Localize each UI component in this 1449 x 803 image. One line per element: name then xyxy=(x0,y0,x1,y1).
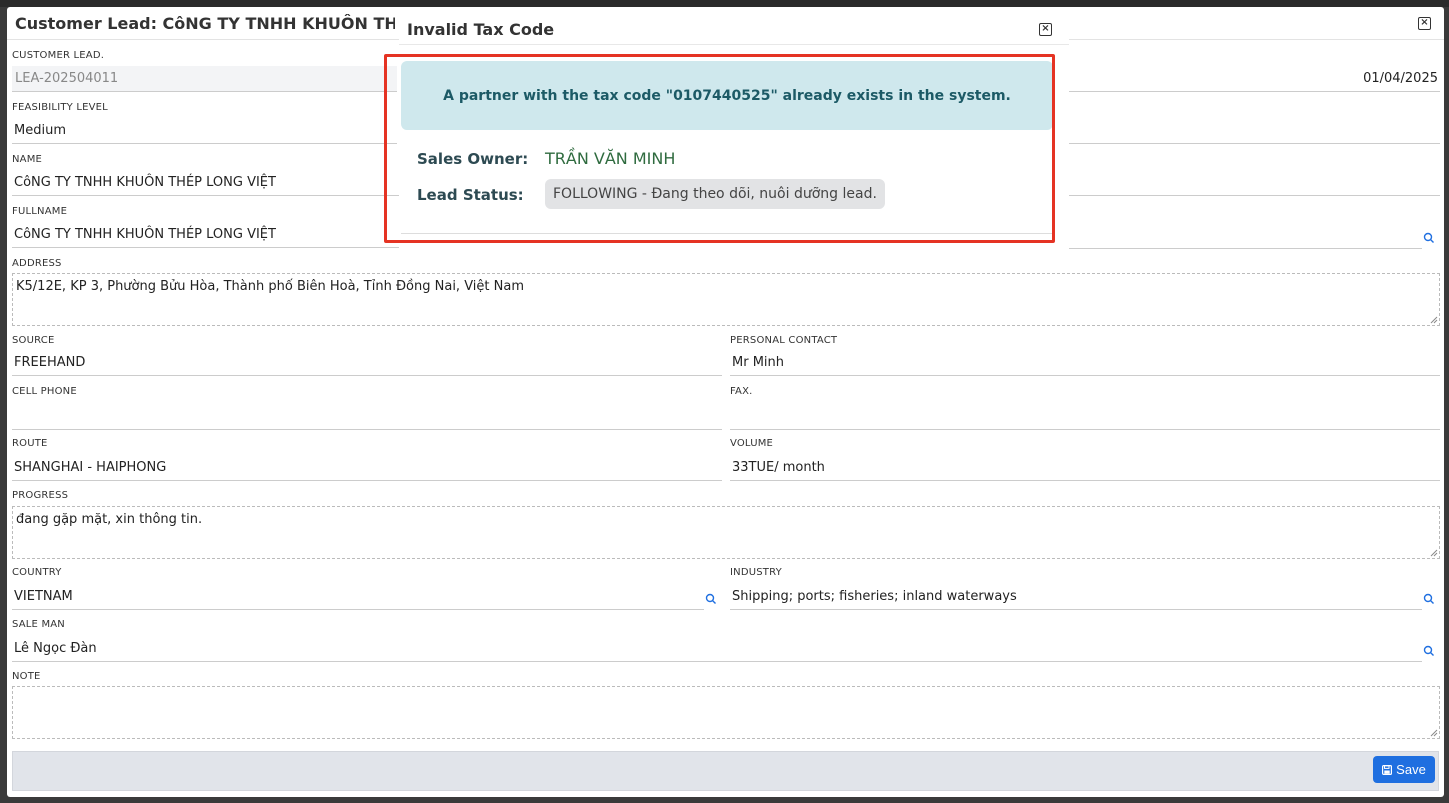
feasibility-field[interactable]: Medium xyxy=(12,118,397,144)
progress-textarea[interactable]: đang gặp mặt, xin thông tin. xyxy=(12,506,1440,559)
address-textarea[interactable]: K5/12E, KP 3, Phường Bửu Hòa, Thành phố … xyxy=(12,273,1440,326)
lead-status-label: Lead Status: xyxy=(417,186,524,204)
dialog-title: Invalid Tax Code xyxy=(407,20,555,39)
personal-contact-field[interactable]: Mr Minh xyxy=(730,350,1440,376)
lead-status-badge: FOLLOWING - Đang theo dõi, nuôi dưỡng le… xyxy=(545,179,885,209)
modal-footer xyxy=(12,751,1439,791)
sales-owner-value: TRẦN VĂN MINH xyxy=(545,149,676,168)
modal-title: Customer Lead: CôNG TY TNHH KHUÔN THÉP L… xyxy=(15,14,395,33)
resize-grip-icon[interactable] xyxy=(1430,316,1438,324)
progress-text: đang gặp mặt, xin thông tin. xyxy=(16,512,203,527)
address-label: ADDRESS xyxy=(12,258,62,269)
sale-man-field[interactable]: Lê Ngọc Đàn xyxy=(12,636,1422,662)
name-right-field[interactable] xyxy=(1062,170,1440,196)
search-icon[interactable] xyxy=(1423,645,1435,657)
resize-grip-icon[interactable] xyxy=(1430,729,1438,737)
progress-label: PROGRESS xyxy=(12,490,69,501)
dialog-header: Invalid Tax Code × xyxy=(399,12,1069,45)
fullname-label: FULLNAME xyxy=(12,206,68,217)
address-text: K5/12E, KP 3, Phường Bửu Hòa, Thành phố … xyxy=(16,279,524,294)
fax-label: FAX. xyxy=(730,386,753,397)
search-icon[interactable] xyxy=(1423,593,1435,605)
sale-man-label: SALE MAN xyxy=(12,619,65,630)
invalid-tax-code-dialog: Invalid Tax Code × xyxy=(399,12,1069,251)
cell-phone-label: CELL PHONE xyxy=(12,386,77,397)
industry-label: INDUSTRY xyxy=(730,567,782,578)
alert-message: A partner with the tax code "0107440525"… xyxy=(443,88,1011,104)
volume-field[interactable]: 33TUE/ month xyxy=(730,455,1440,481)
customer-lead-field[interactable]: LEA-202504011 xyxy=(12,66,397,92)
resize-grip-icon[interactable] xyxy=(1430,549,1438,557)
feasibility-label: FEASIBILITY LEVEL xyxy=(12,102,108,113)
background-app-strip xyxy=(0,0,1449,7)
tax-code-alert: A partner with the tax code "0107440525"… xyxy=(401,61,1053,130)
floppy-disk-icon xyxy=(1382,764,1393,775)
route-label: ROUTE xyxy=(12,438,48,449)
country-label: COUNTRY xyxy=(12,567,62,578)
source-field[interactable]: FREEHAND xyxy=(12,350,722,376)
note-label: NOTE xyxy=(12,671,41,682)
dialog-divider xyxy=(401,233,1053,234)
cell-phone-field[interactable] xyxy=(12,404,722,430)
date-field[interactable]: 01/04/2025 xyxy=(1062,66,1440,92)
route-field[interactable]: SHANGHAI - HAIPHONG xyxy=(12,455,722,481)
personal-contact-label: PERSONAL CONTACT xyxy=(730,335,838,346)
search-icon[interactable] xyxy=(1423,232,1435,244)
dialog-close-button[interactable]: × xyxy=(1039,23,1052,36)
fax-field[interactable] xyxy=(730,404,1440,430)
feasibility-right-field[interactable] xyxy=(1062,118,1440,144)
save-button-label: Save xyxy=(1396,762,1426,777)
industry-field[interactable]: Shipping; ports; fisheries; inland water… xyxy=(730,584,1422,610)
modal-close-button[interactable]: × xyxy=(1418,17,1431,30)
sales-owner-label: Sales Owner: xyxy=(417,150,529,168)
country-field[interactable]: VIETNAM xyxy=(12,584,704,610)
volume-label: VOLUME xyxy=(730,438,774,449)
customer-lead-label: CUSTOMER LEAD. xyxy=(12,50,105,61)
save-button[interactable]: Save xyxy=(1373,756,1435,783)
search-icon[interactable] xyxy=(705,593,717,605)
note-textarea[interactable] xyxy=(12,686,1440,739)
source-label: SOURCE xyxy=(12,335,55,346)
name-label: NAME xyxy=(12,154,43,165)
